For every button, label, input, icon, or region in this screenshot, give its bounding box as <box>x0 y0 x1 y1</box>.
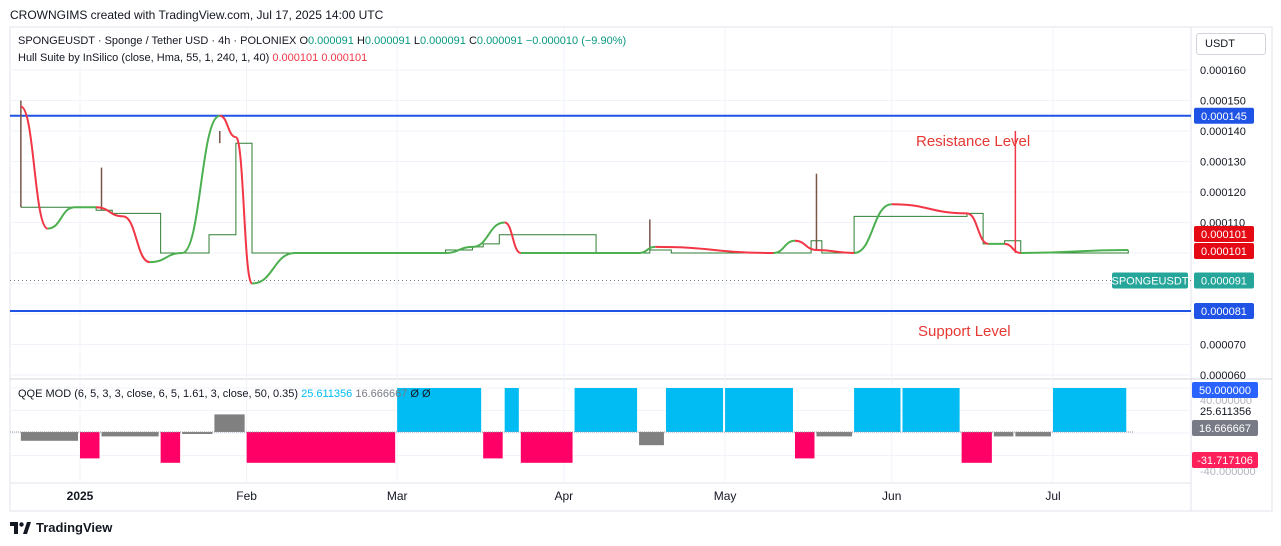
hull-segment <box>47 206 75 230</box>
hull-segment <box>251 252 296 285</box>
qqe-bar <box>483 432 503 459</box>
price-line <box>20 142 1129 254</box>
time-axis: 2025 Feb Mar Apr May Jun Jul <box>67 489 1061 503</box>
qqe-bottom-tag: -31.717106 <box>1197 455 1253 467</box>
hull-segment <box>219 114 237 139</box>
resistance-annotation: Resistance Level <box>916 133 1031 150</box>
tradingview-logo-icon <box>10 521 31 534</box>
hull-segment <box>181 114 221 254</box>
qqe-name: QQE MOD (6, 5, 3, 3, close, 6, 5, 1.61, … <box>18 388 299 400</box>
qqe-bar <box>574 388 638 432</box>
high-value: 0.000091 <box>364 35 411 47</box>
hull-segment <box>149 252 183 264</box>
qqe-bar <box>214 414 245 432</box>
qqe-bar <box>854 388 901 432</box>
qqe-bar <box>639 432 664 446</box>
price-tick: 0.000070 <box>1200 340 1246 352</box>
qqe-top-tag: 50.000000 <box>1199 385 1251 397</box>
qqe-bar <box>80 432 100 459</box>
hull-value-2: 0.000101 <box>321 52 368 64</box>
qqe-visibility-icons[interactable]: Ø Ø <box>410 388 430 400</box>
price-tick: 0.000120 <box>1200 187 1246 199</box>
qqe-bar <box>520 432 573 463</box>
qqe-tick: 25.611356 <box>1200 406 1251 418</box>
hull-segment <box>122 215 151 264</box>
hull-segment <box>96 206 124 218</box>
hull-segment <box>794 239 817 251</box>
time-label-mar: Mar <box>387 489 408 503</box>
resistance-price-tag: 0.000145 <box>1201 111 1247 123</box>
hull-legend[interactable]: Hull Suite by InSilico (close, Hma, 55, … <box>18 52 367 64</box>
qqe-bar <box>504 388 519 432</box>
hull-segment <box>853 203 892 254</box>
qqe-bar <box>816 432 853 437</box>
time-label-jul: Jul <box>1045 489 1060 503</box>
qqe-bar <box>246 432 396 463</box>
qqe-mid-tag: 16.666667 <box>1199 423 1251 435</box>
qqe-value-1: 25.611356 <box>301 388 353 400</box>
symbol-tag: SPONGEUSDT <box>1111 275 1188 287</box>
qqe-bar <box>665 388 724 432</box>
qqe-bar <box>160 432 181 463</box>
price-tick: 0.000140 <box>1200 126 1246 138</box>
time-label-may: May <box>714 489 737 503</box>
symbol-name: SPONGEUSDT · Sponge / Tether USD · 4h · … <box>18 35 297 47</box>
qqe-value-2: 16.666667 <box>355 388 408 400</box>
price-series <box>20 100 1129 254</box>
hull-segment <box>20 105 49 230</box>
price-tick: 0.000060 <box>1200 370 1246 382</box>
low-value: 0.000091 <box>419 35 466 47</box>
hull-segment <box>891 203 967 215</box>
currency-selector[interactable]: USDT <box>1196 33 1266 55</box>
time-label-2025: 2025 <box>67 489 94 503</box>
hull-segment <box>773 239 796 254</box>
qqe-bar <box>993 432 1014 437</box>
hull-segment <box>655 245 774 254</box>
close-value: 0.000091 <box>476 35 523 47</box>
qqe-bar <box>101 432 159 437</box>
qqe-bar <box>1015 432 1051 437</box>
hull-price-tag-2: 0.000101 <box>1201 246 1247 258</box>
qqe-bar <box>794 432 815 459</box>
last-price-tag: 0.000091 <box>1201 275 1247 287</box>
price-tick: 0.000130 <box>1200 157 1246 169</box>
qqe-bar <box>1053 388 1127 432</box>
price-tick: 0.000150 <box>1200 96 1246 108</box>
qqe-bar <box>20 432 79 441</box>
price-tick: 0.000160 <box>1200 65 1246 77</box>
hull-segment <box>504 221 522 254</box>
support-annotation: Support Level <box>918 323 1011 340</box>
support-price-tag: 0.000081 <box>1201 306 1247 318</box>
hull-price-tag-1: 0.000101 <box>1201 229 1247 241</box>
hull-segment <box>1004 242 1021 254</box>
time-label-jun: Jun <box>882 489 901 503</box>
time-label-feb: Feb <box>236 489 257 503</box>
symbol-legend[interactable]: SPONGEUSDT · Sponge / Tether USD · 4h · … <box>18 35 626 47</box>
qqe-legend[interactable]: QQE MOD (6, 5, 3, 3, close, 6, 5, 1.61, … <box>18 388 431 400</box>
hull-value-1: 0.000101 <box>272 52 319 64</box>
open-value: 0.000091 <box>308 35 354 47</box>
hull-segment <box>966 212 989 245</box>
tradingview-logo[interactable]: TradingView <box>10 520 112 535</box>
tradingview-brand: TradingView <box>36 520 113 535</box>
chart-canvas[interactable]: 0.000160 0.000150 0.000140 0.000130 0.000120… <box>0 0 1281 546</box>
change-value: −0.000010 (−9.90%) <box>525 35 627 47</box>
price-axis: 0.000160 0.000150 0.000140 0.000130 0.000120… <box>1111 65 1258 478</box>
qqe-bar <box>902 388 960 432</box>
qqe-bar <box>725 388 793 432</box>
qqe-bar <box>961 432 992 463</box>
time-label-apr: Apr <box>554 489 573 503</box>
hull-name: Hull Suite by InSilico (close, Hma, 55, … <box>18 52 270 64</box>
hull-segment <box>234 136 253 285</box>
